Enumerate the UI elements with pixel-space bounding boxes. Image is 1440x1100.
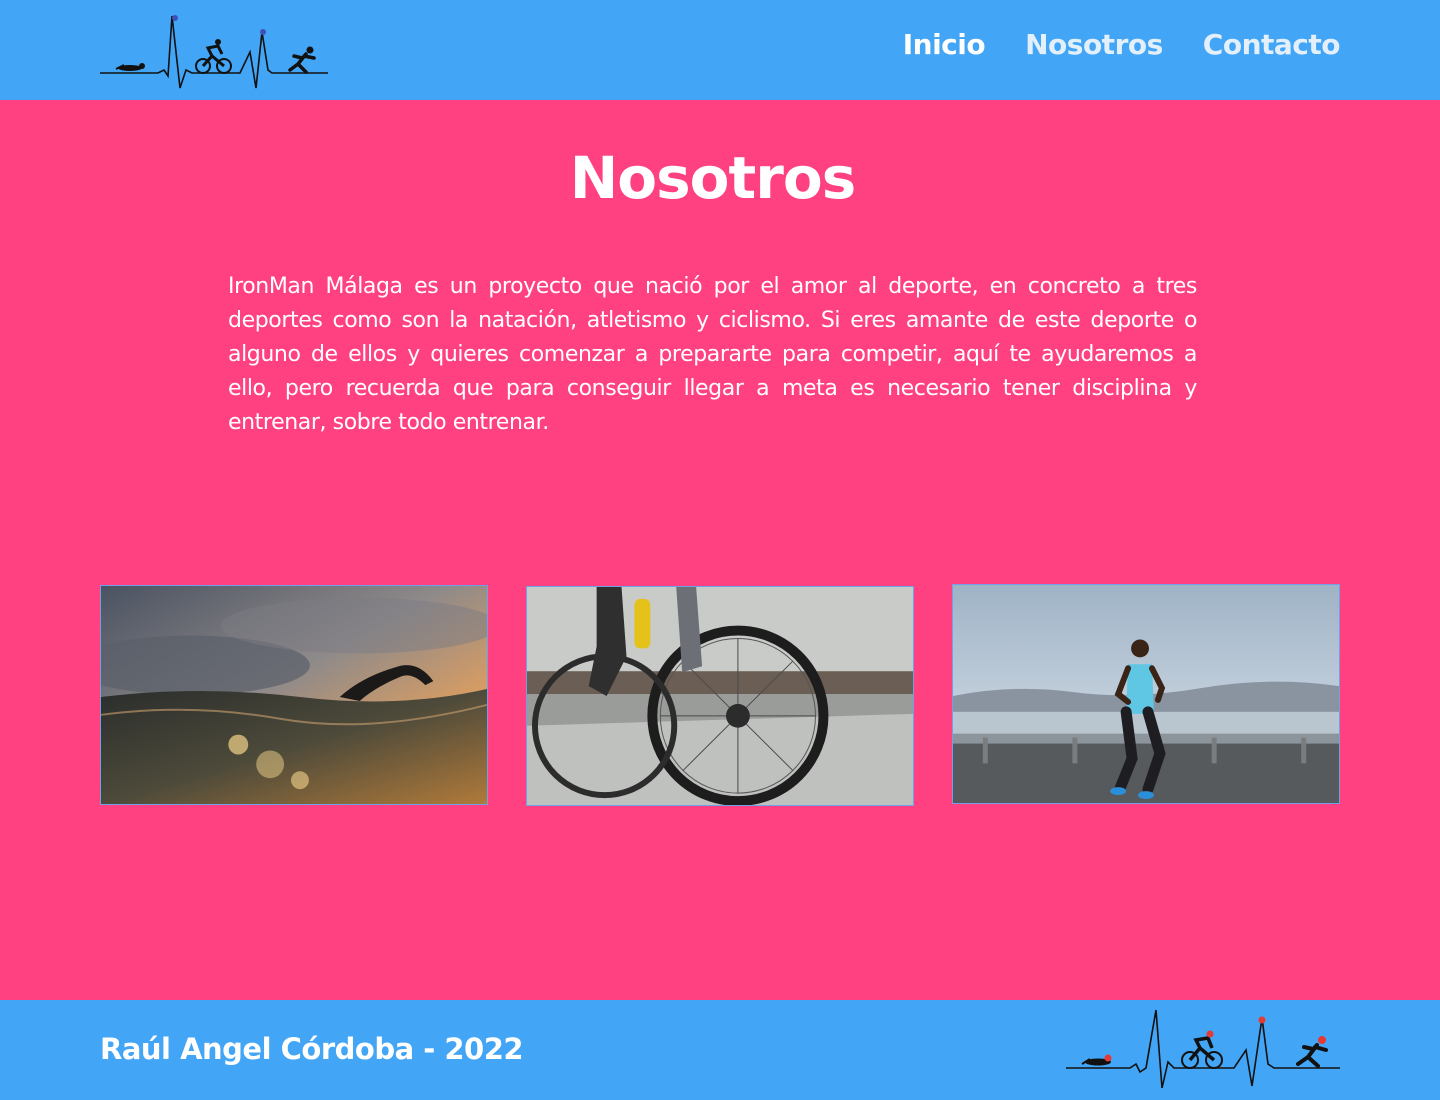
triathlon-logo-icon[interactable] [100,12,328,92]
nav-link-inicio[interactable]: Inicio [903,28,986,61]
site-header: Inicio Nosotros Contacto [0,0,1440,100]
triathlon-logo-icon[interactable] [1066,1008,1340,1092]
page-title: Nosotros [569,144,856,212]
swimmer-photo [100,585,488,805]
intro-paragraph: IronMan Málaga es un proyecto que nació … [228,274,1197,435]
main-nav: Inicio Nosotros Contacto [903,28,1341,61]
footer-credit: Raúl Angel Córdoba - 2022 [100,1032,524,1066]
site-footer: Raúl Angel Córdoba - 2022 [0,1000,1440,1100]
runner-photo [952,584,1340,804]
cyclist-photo [526,586,914,806]
nav-link-contacto[interactable]: Contacto [1203,28,1341,61]
main-content: Nosotros IronMan Málaga es un proyecto q… [0,100,1440,1000]
nav-link-nosotros[interactable]: Nosotros [1025,28,1163,61]
